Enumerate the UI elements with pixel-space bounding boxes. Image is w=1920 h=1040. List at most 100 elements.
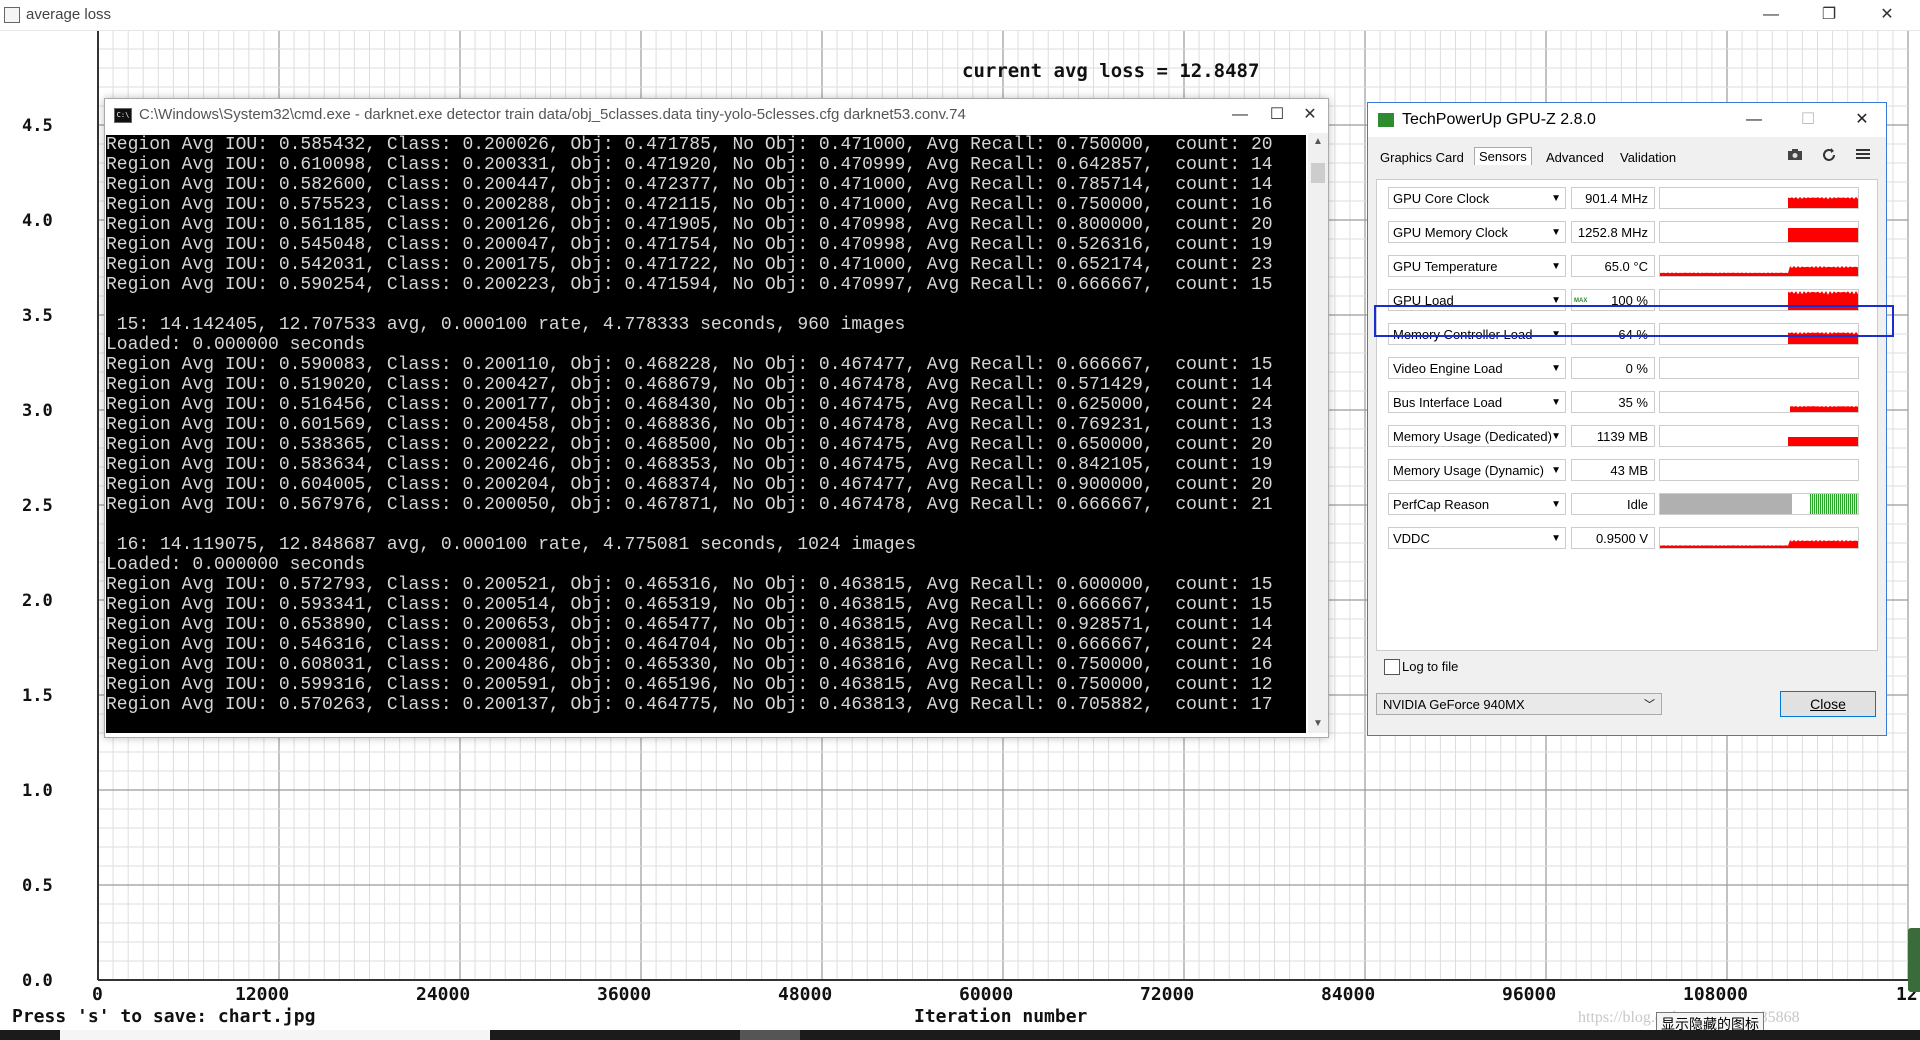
perfcap-tick (1834, 494, 1836, 514)
cmd-minimize-button[interactable]: — (1217, 100, 1263, 130)
tab-sensors[interactable]: Sensors (1474, 147, 1532, 165)
perfcap-tick (1822, 494, 1824, 514)
gpuz-titlebar[interactable]: TechPowerUp GPU-Z 2.8.0 — ☐ ✕ (1368, 103, 1886, 137)
console-line: Region Avg IOU: 0.590083, Class: 0.20011… (106, 355, 1273, 375)
cmd-close-button[interactable]: ✕ (1293, 100, 1327, 130)
sensor-graph (1659, 425, 1859, 447)
sensor-value: Idle (1571, 493, 1655, 515)
sensor-name-dropdown[interactable]: Bus Interface Load ▼ (1388, 391, 1566, 413)
side-tab-icon[interactable] (1908, 928, 1920, 992)
sensor-value: 0 % (1571, 357, 1655, 379)
sensor-name: Memory Usage (Dedicated) (1393, 429, 1552, 444)
maximize-button[interactable]: ❐ (1806, 0, 1852, 30)
log-to-file-checkbox[interactable] (1384, 659, 1400, 675)
x-tick-label: 24000 (416, 984, 470, 1005)
sensor-graph-plot (1790, 406, 1858, 412)
x-tick-label: 72000 (1140, 984, 1194, 1005)
sensor-value: 65.0 °C (1571, 255, 1655, 277)
sensor-graph (1659, 493, 1859, 515)
scroll-up-icon[interactable]: ▲ (1308, 133, 1328, 151)
dropdown-caret-icon: ▼ (1551, 193, 1561, 204)
y-tick-label: 1.0 (22, 781, 53, 801)
perfcap-tick (1844, 494, 1846, 514)
sensor-row: PerfCap Reason ▼ Idle (1383, 490, 1871, 518)
sensor-name-dropdown[interactable]: GPU Temperature ▼ (1388, 255, 1566, 277)
dropdown-caret-icon: ▼ (1551, 397, 1561, 408)
tab-advanced[interactable]: Advanced (1542, 149, 1608, 166)
sensor-graph-fill (1660, 266, 1858, 276)
minimize-button[interactable]: — (1748, 0, 1794, 30)
cmd-scrollbar[interactable]: ▲ ▼ (1308, 133, 1328, 733)
x-tick-label: 0 (92, 984, 103, 1005)
console-line: Region Avg IOU: 0.585432, Class: 0.20002… (106, 135, 1273, 155)
sensor-value: 0.9500 V (1571, 527, 1655, 549)
perfcap-tick (1826, 494, 1828, 514)
sensor-graph-fill (1660, 540, 1858, 548)
cmd-window[interactable]: C:\ C:\Windows\System32\cmd.exe - darkne… (104, 98, 1329, 738)
cmd-maximize-button[interactable]: ☐ (1259, 100, 1295, 130)
sensor-name-dropdown[interactable]: GPU Memory Clock ▼ (1388, 221, 1566, 243)
dropdown-caret-icon: ▼ (1551, 533, 1561, 544)
gpu-load-highlight (1374, 305, 1894, 337)
sensor-graph-plot (1788, 437, 1858, 446)
console-output[interactable]: Region Avg IOU: 0.585432, Class: 0.20002… (106, 135, 1306, 733)
scroll-thumb[interactable] (1311, 163, 1325, 183)
taskbar-item[interactable] (740, 1030, 800, 1040)
tab-graphics-card[interactable]: Graphics Card (1376, 149, 1468, 166)
gpuz-window[interactable]: TechPowerUp GPU-Z 2.8.0 — ☐ ✕ Graphics C… (1367, 102, 1894, 736)
console-line: Region Avg IOU: 0.546316, Class: 0.20008… (106, 635, 1273, 655)
perfcap-tick (1838, 494, 1840, 514)
sensor-name-dropdown[interactable]: Video Engine Load ▼ (1388, 357, 1566, 379)
taskbar-search[interactable] (60, 1030, 490, 1040)
sensor-graph (1659, 187, 1859, 209)
sensor-name: GPU Memory Clock (1393, 225, 1508, 240)
y-tick-label: 2.5 (22, 496, 53, 516)
sensor-row: VDDC ▼ 0.9500 V (1383, 524, 1871, 552)
sensor-graph-fill (1788, 197, 1858, 208)
sensor-graph-plot (1660, 460, 1858, 480)
sensor-name-dropdown[interactable]: PerfCap Reason ▼ (1388, 493, 1566, 515)
sensor-name-dropdown[interactable]: Memory Usage (Dedicated) ▼ (1388, 425, 1566, 447)
y-tick-label: 0.5 (22, 876, 53, 896)
gpuz-minimize-button[interactable]: — (1732, 105, 1776, 135)
perfcap-tick (1854, 494, 1856, 514)
sensor-graph (1659, 391, 1859, 413)
chart-titlebar[interactable]: average loss — ❐ ✕ (0, 0, 1920, 31)
close-dialog-button[interactable]: Close (1780, 691, 1876, 717)
gpuz-close-button[interactable]: ✕ (1840, 105, 1884, 135)
console-line: Loaded: 0.000000 seconds (106, 555, 366, 575)
console-line: Region Avg IOU: 0.516456, Class: 0.20017… (106, 395, 1273, 415)
scroll-down-icon[interactable]: ▼ (1308, 715, 1328, 733)
cmd-window-title: C:\Windows\System32\cmd.exe - darknet.ex… (139, 106, 966, 123)
dropdown-caret-icon: ▼ (1551, 227, 1561, 238)
tab-validation[interactable]: Validation (1616, 149, 1680, 166)
sensor-value: 35 % (1571, 391, 1655, 413)
save-hint: Press 's' to save: chart.jpg (12, 1006, 315, 1027)
sensor-graph-plot (1660, 358, 1858, 378)
gpuz-maximize-button[interactable]: ☐ (1786, 105, 1830, 135)
chevron-down-icon: ﹀ (1644, 699, 1655, 711)
y-tick-label: 3.0 (22, 401, 53, 421)
refresh-icon[interactable] (1820, 147, 1838, 165)
console-line: Region Avg IOU: 0.599316, Class: 0.20059… (106, 675, 1273, 695)
sensor-name-dropdown[interactable]: VDDC ▼ (1388, 527, 1566, 549)
sensor-graph-plot (1788, 228, 1858, 242)
sensor-name: GPU Temperature (1393, 259, 1498, 274)
menu-icon[interactable] (1854, 147, 1872, 165)
sensor-name-dropdown[interactable]: Memory Usage (Dynamic) ▼ (1388, 459, 1566, 481)
perfcap-idle-bar (1660, 494, 1792, 514)
perfcap-tick (1832, 494, 1834, 514)
y-tick-label: 3.5 (22, 306, 53, 326)
sensor-name: PerfCap Reason (1393, 497, 1490, 512)
close-button[interactable]: ✕ (1864, 0, 1910, 30)
sensor-graph-plot (1660, 494, 1858, 514)
cmd-titlebar[interactable]: C:\ C:\Windows\System32\cmd.exe - darkne… (105, 99, 1328, 131)
perfcap-tick (1828, 494, 1830, 514)
sensor-name-dropdown[interactable]: GPU Core Clock ▼ (1388, 187, 1566, 209)
y-tick-label: 2.0 (22, 591, 53, 611)
sensor-graph-fill (1788, 437, 1858, 446)
camera-icon[interactable] (1786, 147, 1804, 165)
gpu-select[interactable]: NVIDIA GeForce 940MX ﹀ (1376, 693, 1662, 715)
sensor-row: Memory Usage (Dedicated) ▼ 1139 MB (1383, 422, 1871, 450)
dropdown-caret-icon: ▼ (1551, 261, 1561, 272)
